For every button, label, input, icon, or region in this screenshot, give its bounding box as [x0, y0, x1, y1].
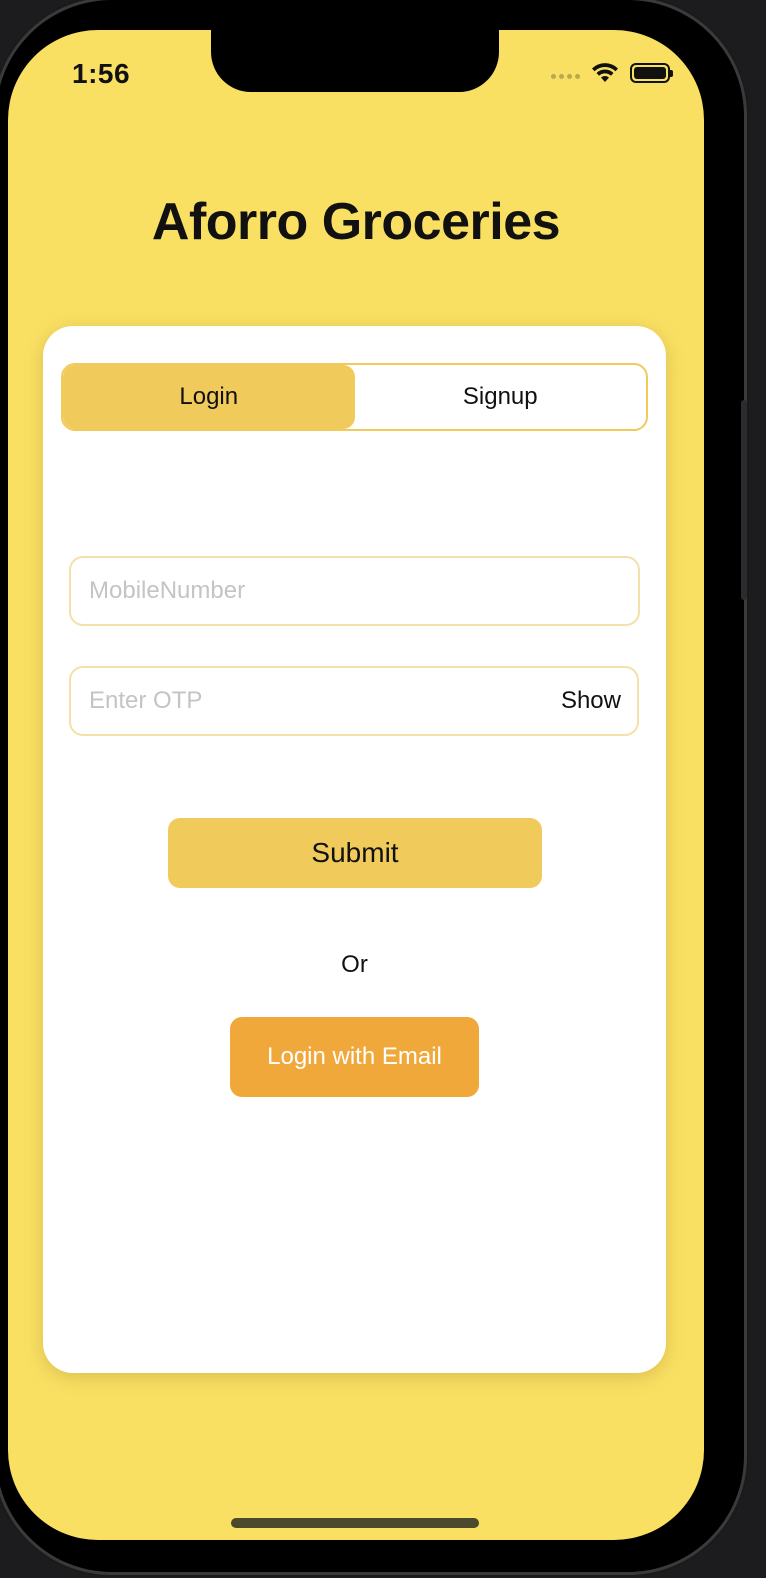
submit-button[interactable]: Submit	[168, 818, 542, 888]
wifi-icon	[592, 63, 618, 82]
show-otp-toggle[interactable]: Show	[561, 687, 621, 715]
or-divider-text: Or	[341, 951, 368, 978]
tab-login[interactable]: Login	[63, 365, 355, 429]
tab-signup[interactable]: Signup	[355, 365, 647, 429]
otp-field: Show	[69, 666, 639, 736]
auth-tabs: Login Signup	[61, 363, 648, 431]
mobile-number-field	[69, 556, 640, 626]
status-time: 1:56	[72, 58, 131, 89]
device-screen: 1:56 Aforro Groceries Login Signup Mobil…	[8, 30, 704, 1540]
auth-card: Login Signup Show Submit Or Login with E…	[43, 326, 666, 1373]
login-with-email-button[interactable]: Login with Email	[230, 1017, 479, 1097]
mobile-number-input[interactable]	[87, 576, 622, 606]
side-button	[741, 400, 747, 600]
home-indicator[interactable]	[231, 1518, 479, 1528]
status-icons	[551, 62, 673, 84]
app-title: Aforro Groceries	[151, 193, 561, 251]
cellular-signal-icon	[551, 67, 580, 79]
notch	[211, 30, 499, 92]
device-frame: 1:56 Aforro Groceries Login Signup Mobil…	[0, 0, 747, 1572]
battery-level	[634, 67, 666, 79]
otp-input[interactable]	[87, 686, 561, 716]
battery-icon	[630, 63, 673, 83]
